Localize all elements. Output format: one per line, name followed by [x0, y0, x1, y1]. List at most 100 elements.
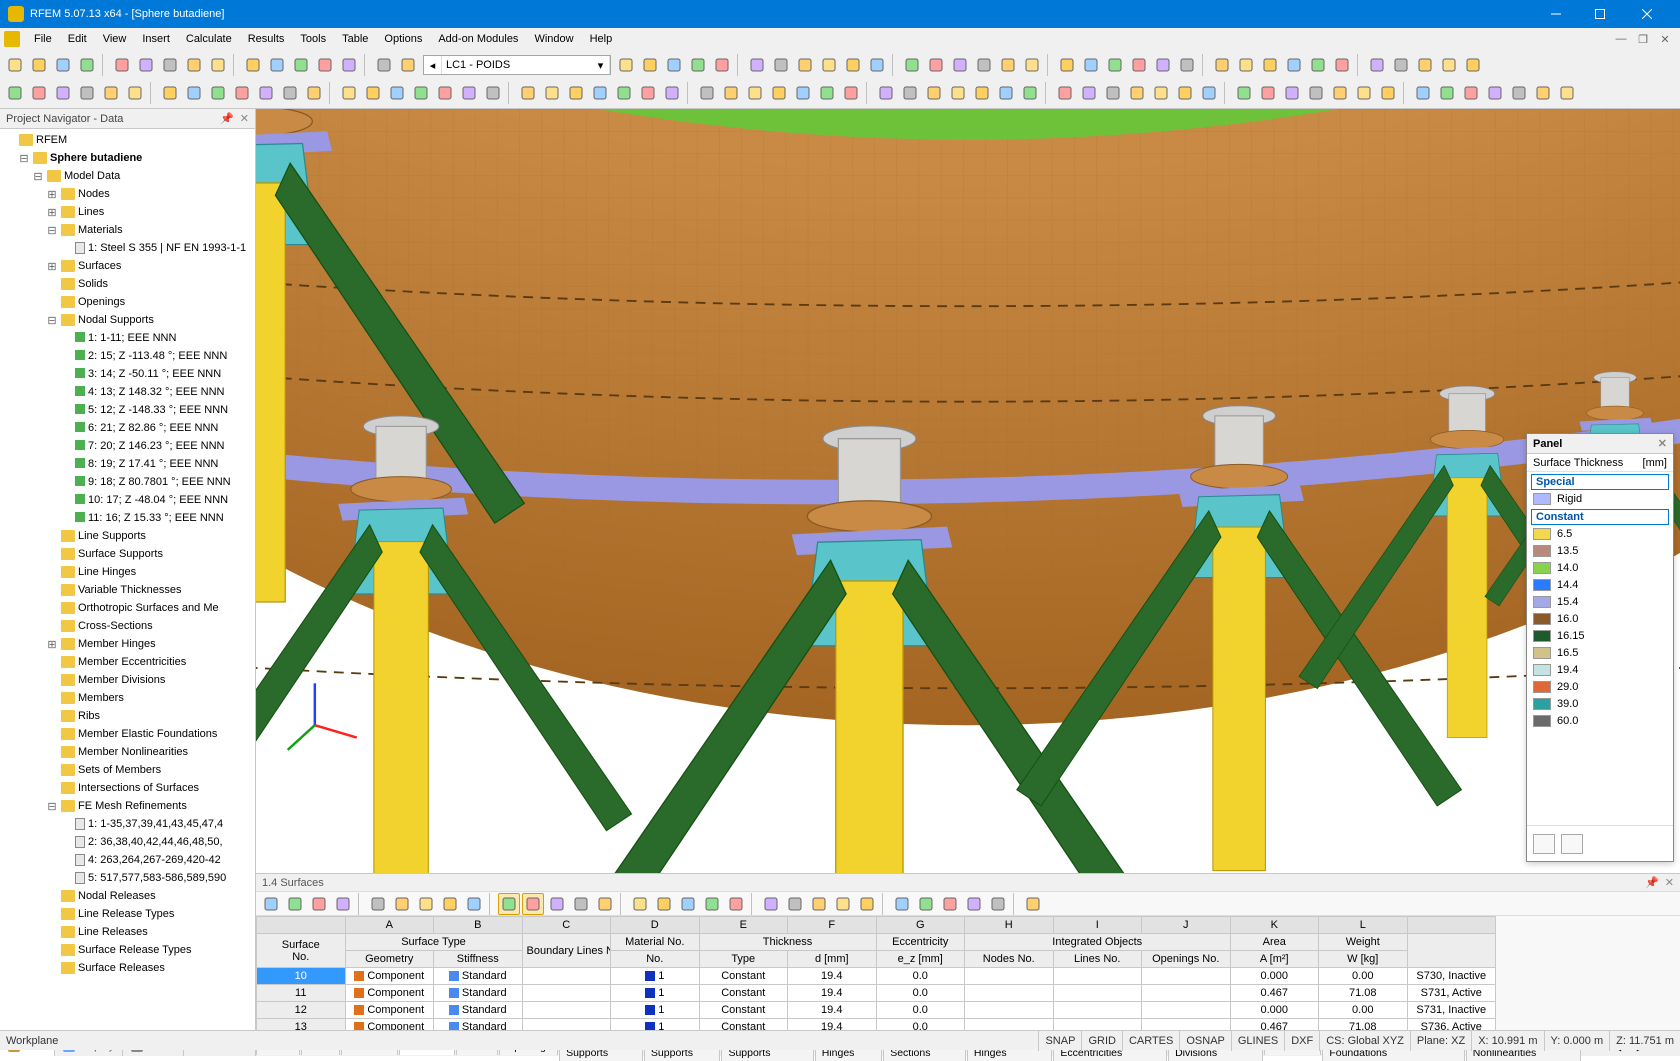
- tool-r2-61[interactable]: [1556, 82, 1578, 104]
- table-tool-18[interactable]: [725, 893, 747, 915]
- tool-r2-46[interactable]: [1174, 82, 1196, 104]
- table-tool-21[interactable]: [808, 893, 830, 915]
- tool-r1b-14[interactable]: [973, 54, 995, 76]
- nav-rfem[interactable]: RFEM: [4, 131, 255, 149]
- table-close-icon[interactable]: ✕: [1665, 876, 1674, 889]
- tool-r2-52[interactable]: [1329, 82, 1351, 104]
- tool-r1b-9[interactable]: [842, 54, 864, 76]
- tool-r1b-13[interactable]: [949, 54, 971, 76]
- tool-r1b-3[interactable]: [687, 54, 709, 76]
- table-tool-17[interactable]: [701, 893, 723, 915]
- tool-r2-19[interactable]: [482, 82, 504, 104]
- tool-r2-49[interactable]: [1257, 82, 1279, 104]
- table-tool-15[interactable]: [653, 893, 675, 915]
- tool-r1b-15[interactable]: [997, 54, 1019, 76]
- tool-r2-6[interactable]: [159, 82, 181, 104]
- tool-r2-14[interactable]: [362, 82, 384, 104]
- tool-r1b-27[interactable]: [1307, 54, 1329, 76]
- table-row[interactable]: 11ComponentStandard1Constant19.40.00.467…: [257, 985, 1496, 1002]
- menu-table[interactable]: Table: [334, 30, 376, 48]
- status-toggle-glines[interactable]: GLINES: [1231, 1031, 1284, 1051]
- nav-support-7[interactable]: 7: 20; Z 146.23 °; EEE NNN: [4, 437, 255, 455]
- tool-r1b-23[interactable]: [1211, 54, 1233, 76]
- tool-r1a-11[interactable]: [290, 54, 312, 76]
- nav-support-3[interactable]: 3: 14; Z -50.11 °; EEE NNN: [4, 365, 255, 383]
- nav-close-icon[interactable]: ✕: [240, 112, 249, 125]
- tool-r1b-8[interactable]: [818, 54, 840, 76]
- tool-r2-27[interactable]: [696, 82, 718, 104]
- tool-r1b-28[interactable]: [1331, 54, 1353, 76]
- nav-materials[interactable]: ⊟Materials: [4, 221, 255, 239]
- tool-r2-7[interactable]: [183, 82, 205, 104]
- table-tool-25[interactable]: [915, 893, 937, 915]
- menu-add-on-modules[interactable]: Add-on Modules: [430, 30, 526, 48]
- tool-r2-43[interactable]: [1102, 82, 1124, 104]
- nav-openings[interactable]: Openings: [4, 293, 255, 311]
- nav-material-1[interactable]: 1: Steel S 355 | NF EN 1993-1-1: [4, 239, 255, 257]
- tool-r2-28[interactable]: [720, 82, 742, 104]
- tool-r1b-11[interactable]: [901, 54, 923, 76]
- menu-results[interactable]: Results: [240, 30, 293, 48]
- tool-r1a-12[interactable]: [314, 54, 336, 76]
- tool-r2-10[interactable]: [255, 82, 277, 104]
- tool-r1b-22[interactable]: [1176, 54, 1198, 76]
- nav-support-2[interactable]: 2: 15; Z -113.48 °; EEE NNN: [4, 347, 255, 365]
- nav-support-10[interactable]: 10: 17; Z -48.04 °; EEE NNN: [4, 491, 255, 509]
- nav-member-elastic-foundations[interactable]: Member Elastic Foundations: [4, 725, 255, 743]
- mdi-minimize[interactable]: —: [1610, 33, 1632, 46]
- minimize-button[interactable]: [1534, 0, 1578, 28]
- table-tool-3[interactable]: [332, 893, 354, 915]
- nav-fe-2[interactable]: 2: 36,38,40,42,44,46,48,50,: [4, 833, 255, 851]
- tool-r2-40[interactable]: [1019, 82, 1041, 104]
- nav-nodal-supports[interactable]: ⊟Nodal Supports: [4, 311, 255, 329]
- nav-intersections-of-surfaces[interactable]: Intersections of Surfaces: [4, 779, 255, 797]
- tool-r1a-0[interactable]: [4, 54, 26, 76]
- tool-r1b-2[interactable]: [663, 54, 685, 76]
- table-tool-27[interactable]: [963, 893, 985, 915]
- tool-r2-15[interactable]: [386, 82, 408, 104]
- pin-icon[interactable]: 📌: [220, 112, 234, 125]
- nav-surface-releases[interactable]: Surface Releases: [4, 959, 255, 977]
- tool-r1b-1[interactable]: [639, 54, 661, 76]
- panel-mode-2[interactable]: [1561, 834, 1583, 854]
- tool-r1a-3[interactable]: [76, 54, 98, 76]
- table-tool-9[interactable]: [498, 893, 520, 915]
- nav-lines[interactable]: ⊞Lines: [4, 203, 255, 221]
- table-tool-5[interactable]: [391, 893, 413, 915]
- tool-r2-36[interactable]: [923, 82, 945, 104]
- tool-r2-54[interactable]: [1377, 82, 1399, 104]
- menu-file[interactable]: File: [26, 30, 60, 48]
- nav-sets-of-members[interactable]: Sets of Members: [4, 761, 255, 779]
- load-case-selector[interactable]: ◂ LC1 - POIDS ▾: [423, 55, 611, 75]
- lc-dropdown-icon[interactable]: ▾: [592, 56, 610, 74]
- tool-r2-26[interactable]: [661, 82, 683, 104]
- tool-r2-29[interactable]: [744, 82, 766, 104]
- 3d-viewport[interactable]: Panel✕ Surface Thickness[mm] Special Rig…: [256, 109, 1680, 873]
- tool-r1b-20[interactable]: [1128, 54, 1150, 76]
- nav-surfaces[interactable]: ⊞Surfaces: [4, 257, 255, 275]
- status-toggle-grid[interactable]: GRID: [1081, 1031, 1122, 1051]
- nav-fe-4[interactable]: 5: 517,577,583-586,589,590: [4, 869, 255, 887]
- tool-r1b-6[interactable]: [770, 54, 792, 76]
- tool-r2-35[interactable]: [899, 82, 921, 104]
- tool-r2-58[interactable]: [1484, 82, 1506, 104]
- table-tool-12[interactable]: [570, 893, 592, 915]
- tool-r1b-33[interactable]: [1462, 54, 1484, 76]
- tool-r2-56[interactable]: [1436, 82, 1458, 104]
- menu-help[interactable]: Help: [582, 30, 621, 48]
- tool-r2-45[interactable]: [1150, 82, 1172, 104]
- tool-r1b-24[interactable]: [1235, 54, 1257, 76]
- tool-r2-44[interactable]: [1126, 82, 1148, 104]
- nav-fe-3[interactable]: 4: 263,264,267-269,420-42: [4, 851, 255, 869]
- tool-r2-37[interactable]: [947, 82, 969, 104]
- tool-r2-3[interactable]: [76, 82, 98, 104]
- table-tool-14[interactable]: [629, 893, 651, 915]
- tool-r2-59[interactable]: [1508, 82, 1530, 104]
- lc-prev-icon[interactable]: ◂: [424, 56, 442, 74]
- tool-r1a-4[interactable]: [111, 54, 133, 76]
- panel-mode-1[interactable]: [1533, 834, 1555, 854]
- tool-r2-38[interactable]: [971, 82, 993, 104]
- table-tool-13[interactable]: [594, 893, 616, 915]
- tool-r2-8[interactable]: [207, 82, 229, 104]
- nav-support-4[interactable]: 4: 13; Z 148.32 °; EEE NNN: [4, 383, 255, 401]
